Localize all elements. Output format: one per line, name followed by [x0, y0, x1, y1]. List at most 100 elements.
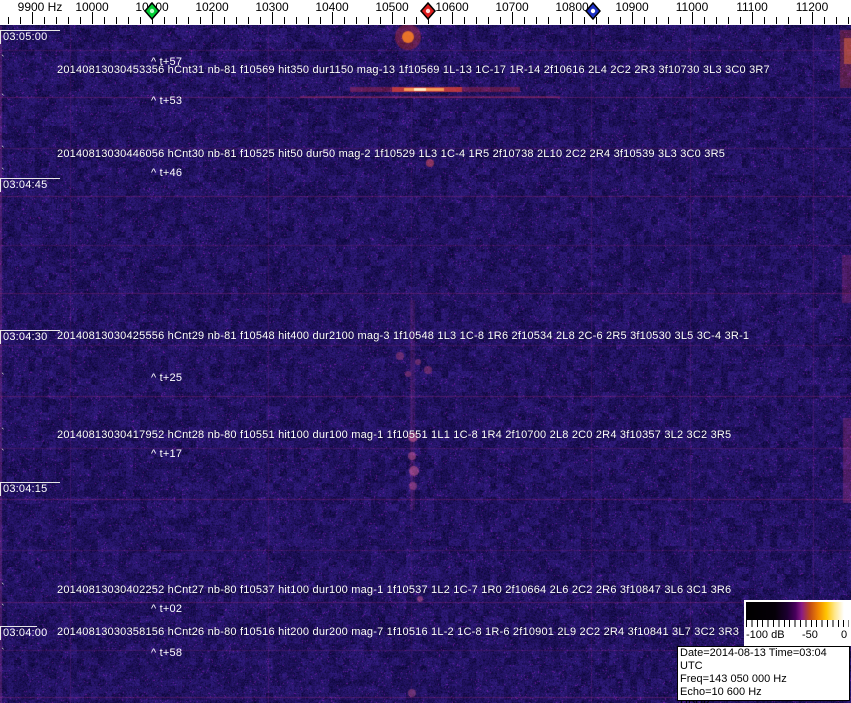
- ruler-tick: [320, 17, 321, 24]
- detection-log-line: 20140813030402252 hCnt27 nb-80 f10537 hi…: [57, 584, 732, 596]
- ruler-label: 11000: [675, 0, 709, 14]
- event-time-marker: ^ t+57: [151, 56, 183, 68]
- left-edge-tick: `: [1, 372, 5, 384]
- ruler-tick: [56, 17, 57, 24]
- colorbar-gradient: [746, 602, 849, 620]
- ruler-tick: [224, 17, 225, 24]
- ruler-tick: [416, 17, 417, 24]
- frequency-ruler: 9900 Hz100001010010200103001040010500106…: [0, 0, 851, 25]
- left-edge-tick: `: [1, 54, 5, 66]
- colorbar-label-max: 0: [841, 629, 848, 641]
- ruler-tick: [704, 17, 705, 24]
- ruler-label: 10300: [255, 0, 289, 14]
- ruler-label: 10400: [315, 0, 349, 14]
- ruler-tick: [296, 17, 297, 24]
- ruler-tick: [788, 17, 789, 24]
- ruler-tick: [176, 17, 177, 24]
- left-edge-tick: `: [1, 647, 5, 659]
- left-edge-tick: `: [1, 145, 5, 157]
- red-diamond-marker[interactable]: [420, 1, 436, 25]
- left-edge-tick: `: [1, 93, 5, 105]
- ruler-tick: [488, 17, 489, 24]
- ruler-tick: [560, 17, 561, 24]
- left-edge-tick: `: [1, 448, 5, 460]
- ruler-tick: [140, 17, 141, 24]
- ruler-tick: [776, 17, 777, 24]
- ruler-tick: [476, 17, 477, 24]
- event-time-marker: ^ t+25: [151, 372, 183, 384]
- ruler-tick: [620, 17, 621, 24]
- ruler-tick: [356, 17, 357, 24]
- ruler-tick: [8, 17, 9, 24]
- ruler-tick: [716, 17, 717, 24]
- ruler-label: 10700: [495, 0, 529, 14]
- ruler-label: 9900 Hz: [17, 0, 63, 14]
- colorbar: -100 dB -50 0: [744, 600, 851, 646]
- ruler-tick: [200, 17, 201, 24]
- blue-diamond-marker[interactable]: [585, 1, 601, 25]
- ruler-tick: [104, 17, 105, 24]
- info-frequency: Freq=143 050 000 Hz: [680, 673, 787, 685]
- ruler-tick: [308, 17, 309, 24]
- time-axis-label: 03:04:15: [0, 482, 60, 496]
- detection-log-line: 20140813030446056 hCnt30 nb-81 f10525 hi…: [57, 148, 726, 160]
- ruler-tick: [260, 17, 261, 24]
- info-date-time: Date=2014-08-13 Time=03:04 UTC: [680, 647, 827, 672]
- time-axis-label: 03:04:00: [0, 626, 47, 640]
- ruler-tick: [128, 17, 129, 24]
- ruler-tick: [20, 17, 21, 24]
- detection-log-line: 20140813030425556 hCnt29 nb-81 f10548 hi…: [57, 330, 750, 342]
- detection-log-line: 20140813030358156 hCnt26 nb-80 f10516 hi…: [57, 626, 740, 638]
- ruler-tick: [188, 17, 189, 24]
- ruler-tick: [764, 17, 765, 24]
- ruler-label: 10200: [195, 0, 229, 14]
- ruler-tick: [344, 17, 345, 24]
- ruler-tick: [740, 17, 741, 24]
- ruler-tick: [824, 17, 825, 24]
- ruler-tick: [608, 17, 609, 24]
- ruler-tick: [668, 17, 669, 24]
- ruler-tick: [116, 17, 117, 24]
- ruler-label: 11100: [736, 0, 768, 14]
- ruler-tick: [236, 17, 237, 24]
- ruler-label: 10900: [615, 0, 649, 14]
- ruler-tick: [68, 17, 69, 24]
- ruler-tick: [164, 17, 165, 24]
- meteor-echo-spectrogram-app: 9900 Hz100001010010200103001040010500106…: [0, 0, 851, 703]
- ruler-label: 11200: [795, 0, 829, 14]
- ruler-tick: [44, 17, 45, 24]
- time-axis-label: 03:05:00: [0, 30, 60, 44]
- info-echo: Echo=10 600 Hz: [680, 686, 762, 698]
- left-edge-tick: `: [1, 167, 5, 179]
- colorbar-tick-ruler: [746, 620, 849, 627]
- left-edge-tick: `: [1, 603, 5, 615]
- time-axis-label: 03:04:30: [0, 330, 60, 344]
- event-time-marker: ^ t+17: [151, 448, 183, 460]
- green-diamond-marker[interactable]: [144, 1, 160, 25]
- ruler-tick: [644, 17, 645, 24]
- left-edge-tick: `: [1, 427, 5, 439]
- ruler-tick: [680, 17, 681, 24]
- event-time-marker: ^ t+46: [151, 167, 183, 179]
- event-time-marker: ^ t+53: [151, 95, 183, 107]
- ruler-label: 10000: [75, 0, 109, 14]
- ruler-tick: [848, 17, 849, 24]
- ruler-tick: [836, 17, 837, 24]
- ruler-tick: [248, 17, 249, 24]
- ruler-label: 10800: [555, 0, 589, 14]
- ruler-tick: [284, 17, 285, 24]
- event-time-marker: ^ t+58: [151, 647, 183, 659]
- ruler-label: 10600: [435, 0, 469, 14]
- detection-log-line: 20140813030417952 hCnt28 nb-80 f10551 hi…: [57, 429, 732, 441]
- colorbar-label-min: -100 dB: [746, 629, 785, 641]
- ruler-tick: [656, 17, 657, 24]
- ruler-tick: [464, 17, 465, 24]
- ruler-tick: [524, 17, 525, 24]
- ruler-tick: [728, 17, 729, 24]
- ruler-tick: [548, 17, 549, 24]
- ruler-tick: [500, 17, 501, 24]
- left-edge-tick: `: [1, 582, 5, 594]
- ruler-tick: [800, 17, 801, 24]
- time-axis-label: 03:04:45: [0, 178, 60, 192]
- ruler-tick: [80, 17, 81, 24]
